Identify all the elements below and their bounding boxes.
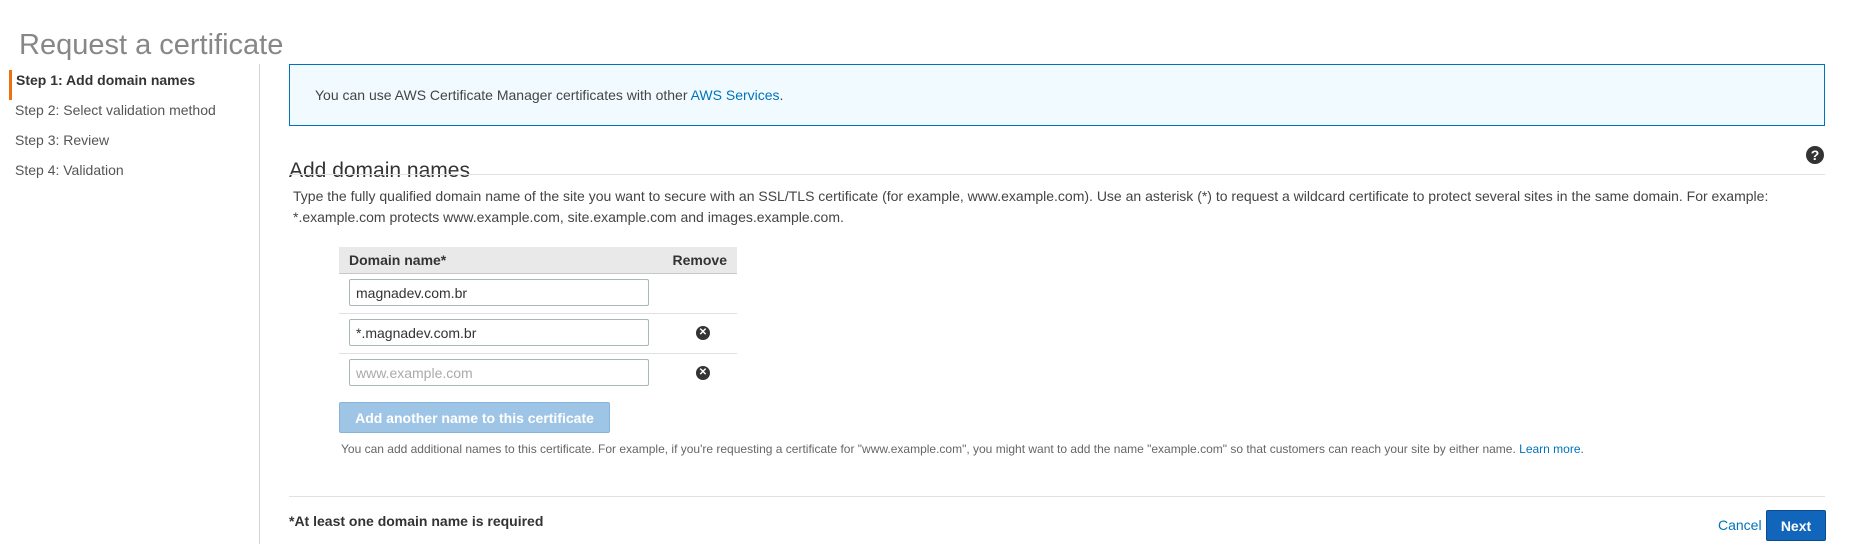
step-validation[interactable]: Step 4: Validation	[9, 160, 259, 190]
column-header-remove: Remove	[672, 252, 727, 268]
add-names-hint: You can add additional names to this cer…	[341, 442, 1584, 456]
cancel-link[interactable]: Cancel	[1718, 517, 1762, 533]
info-banner: You can use AWS Certificate Manager cert…	[289, 64, 1825, 126]
domain-name-input[interactable]	[349, 279, 649, 306]
section-description: Type the fully qualified domain name of …	[293, 188, 1769, 225]
section-divider	[289, 174, 1825, 175]
table-header: Domain name* Remove	[339, 247, 737, 274]
domain-name-input[interactable]	[349, 319, 649, 346]
info-suffix: .	[779, 87, 784, 103]
sidebar-divider	[259, 64, 260, 544]
learn-more-link[interactable]: Learn more.	[1519, 442, 1584, 456]
section-title: Add domain names	[289, 159, 470, 183]
hint-text: You can add additional names to this cer…	[341, 442, 1520, 456]
info-text: You can use AWS Certificate Manager cert…	[315, 87, 691, 103]
step-select-validation-method[interactable]: Step 2: Select validation method	[9, 100, 259, 130]
domain-name-input[interactable]	[349, 359, 649, 386]
table-row: ✕	[339, 354, 737, 393]
table-row: ✕	[339, 314, 737, 354]
next-button[interactable]: Next	[1766, 510, 1826, 541]
times-circle-icon[interactable]: ✕	[696, 366, 710, 380]
add-another-name-button[interactable]: Add another name to this certificate	[339, 402, 610, 433]
step-review[interactable]: Step 3: Review	[9, 130, 259, 160]
step-add-domain-names[interactable]: Step 1: Add domain names	[9, 70, 259, 100]
aws-services-link[interactable]: AWS Services	[691, 87, 780, 103]
times-circle-icon[interactable]: ✕	[696, 326, 710, 340]
footer-divider	[289, 496, 1825, 497]
wizard-steps: Step 1: Add domain names Step 2: Select …	[9, 70, 259, 190]
required-note: *At least one domain name is required	[289, 513, 544, 529]
domain-names-table: Domain name* Remove ✕ ✕	[339, 247, 737, 393]
table-row	[339, 274, 737, 314]
question-circle-icon[interactable]: ?	[1806, 146, 1824, 164]
column-header-domain-name: Domain name*	[349, 252, 447, 268]
page-title: Request a certificate	[19, 29, 284, 62]
